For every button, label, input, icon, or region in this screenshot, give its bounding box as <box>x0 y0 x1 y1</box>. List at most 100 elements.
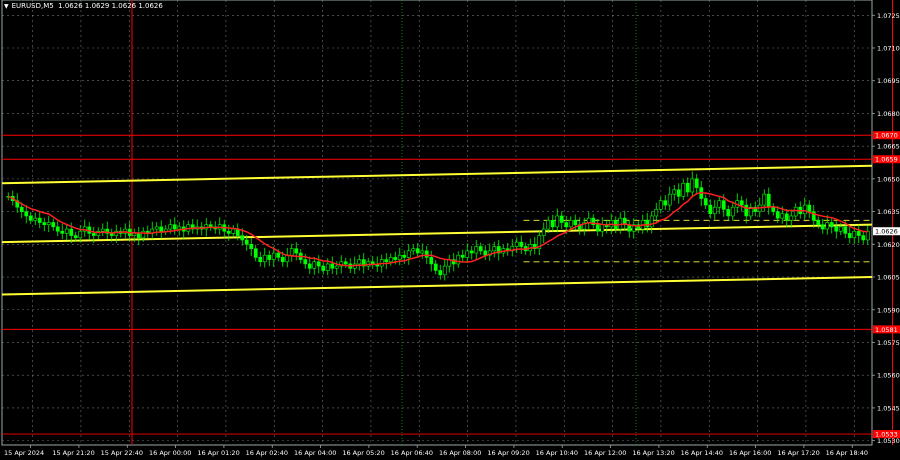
candle-body <box>159 226 164 232</box>
candle-body <box>703 198 708 206</box>
candle-body <box>411 248 416 252</box>
candle-body <box>726 209 731 217</box>
x-tick-label: 16 Apr 00:00 <box>149 449 191 457</box>
candle-body <box>645 220 650 228</box>
candle-body <box>37 217 42 223</box>
x-tick-label: 16 Apr 04:00 <box>294 449 336 457</box>
candle-body <box>492 246 497 252</box>
candle-body <box>712 206 717 215</box>
candle-body <box>208 224 213 228</box>
price-label: 1.0533 <box>875 431 898 439</box>
candle-body <box>415 248 420 254</box>
y-tick-label: 1.0575 <box>877 339 900 347</box>
y-tick-label: 1.0650 <box>877 175 900 183</box>
candle-body <box>573 220 578 225</box>
y-tick-label: 1.0695 <box>877 77 900 85</box>
candle-body <box>168 224 173 230</box>
candle-body <box>469 250 474 254</box>
y-tick-label: 1.0560 <box>877 372 900 380</box>
candle-body <box>829 222 834 228</box>
candle-body <box>555 215 560 228</box>
symbol-label: EURUSD,M5 <box>11 2 54 10</box>
price-chart[interactable]: 1.0725 1.0710 1.0695 1.0680 1.0665 1.0650 1.06… <box>0 0 900 460</box>
candle-body <box>600 224 605 232</box>
candle-body <box>240 235 245 241</box>
x-tick-label: 15 Apr 22:40 <box>101 449 143 457</box>
x-tick-label: 16 Apr 10:40 <box>536 449 578 457</box>
x-tick-label: 15 Apr 2024 <box>4 449 44 457</box>
candle-body <box>739 200 744 206</box>
candle-body <box>19 206 24 212</box>
candle-body <box>843 226 848 234</box>
candle-body <box>46 222 51 225</box>
candle-body <box>64 228 69 234</box>
candle-body <box>541 228 546 236</box>
candle-body <box>51 222 56 228</box>
candle-body <box>424 250 429 258</box>
candle-body <box>384 259 389 263</box>
candle-body <box>717 200 722 208</box>
y-tick-label: 1.0545 <box>877 404 900 412</box>
x-tick-label: 16 Apr 16:00 <box>729 449 771 457</box>
x-tick-label: 16 Apr 09:20 <box>487 449 529 457</box>
candle-body <box>546 220 551 230</box>
candle-body <box>514 241 519 247</box>
dropdown-arrow-icon[interactable]: ▼ <box>4 3 9 10</box>
candle-body <box>771 206 776 212</box>
candle-body <box>730 206 735 217</box>
x-tick-label: 16 Apr 02:40 <box>246 449 288 457</box>
x-tick-label: 16 Apr 12:00 <box>584 449 626 457</box>
candle-body <box>330 263 335 269</box>
candle-body <box>316 261 321 267</box>
price-label: 1.0670 <box>875 132 898 140</box>
candle-body <box>249 244 254 249</box>
candle-body <box>654 209 659 217</box>
chart-window[interactable]: 1.0725 1.0710 1.0695 1.0680 1.0665 1.0650 1.06… <box>0 0 900 460</box>
candle-body <box>91 233 96 236</box>
candle-body <box>762 193 767 206</box>
candle-body <box>456 254 461 265</box>
candle-body <box>343 261 348 265</box>
chart-title: ▼ EURUSD,M5 1.0626 1.0629 1.0626 1.0626 <box>4 2 163 10</box>
price-label: 1.0581 <box>875 326 898 334</box>
candle-body <box>294 248 299 254</box>
y-tick-label: 1.0680 <box>877 110 900 118</box>
x-tick-label: 16 Apr 08:00 <box>439 449 481 457</box>
candle-body <box>267 254 272 260</box>
x-tick-label: 16 Apr 13:20 <box>632 449 674 457</box>
candle-body <box>231 228 236 234</box>
candle-body <box>438 270 443 276</box>
candle-body <box>658 200 663 210</box>
candle-body <box>136 233 141 239</box>
candle-body <box>820 224 825 230</box>
candle-body <box>568 220 573 228</box>
candle-body <box>519 241 524 247</box>
candle-body <box>433 263 438 271</box>
candle-body <box>406 250 411 258</box>
candle-body <box>550 220 555 228</box>
candle-body <box>807 204 812 212</box>
candle-body <box>388 257 393 263</box>
candle-body <box>307 263 312 269</box>
candle-body <box>834 226 839 232</box>
candle-body <box>667 193 672 206</box>
x-tick-label: 16 Apr 06:40 <box>391 449 433 457</box>
candle-body <box>280 257 285 263</box>
x-tick-label: 16 Apr 14:40 <box>681 449 723 457</box>
candle-body <box>172 224 177 230</box>
candle-body <box>465 250 470 258</box>
candle-body <box>289 248 294 256</box>
candle-body <box>258 257 263 263</box>
candle-body <box>69 228 74 236</box>
candle-body <box>442 265 447 276</box>
x-tick-label: 16 Apr 17:20 <box>777 449 819 457</box>
y-tick-label: 1.0665 <box>877 143 900 151</box>
candle-body <box>586 217 591 223</box>
candle-body <box>690 178 695 193</box>
candle-body <box>852 230 857 239</box>
candle-body <box>24 211 29 217</box>
candle-body <box>802 204 807 215</box>
candle-body <box>564 222 569 228</box>
candle-body <box>649 215 654 228</box>
candle-body <box>856 230 861 236</box>
